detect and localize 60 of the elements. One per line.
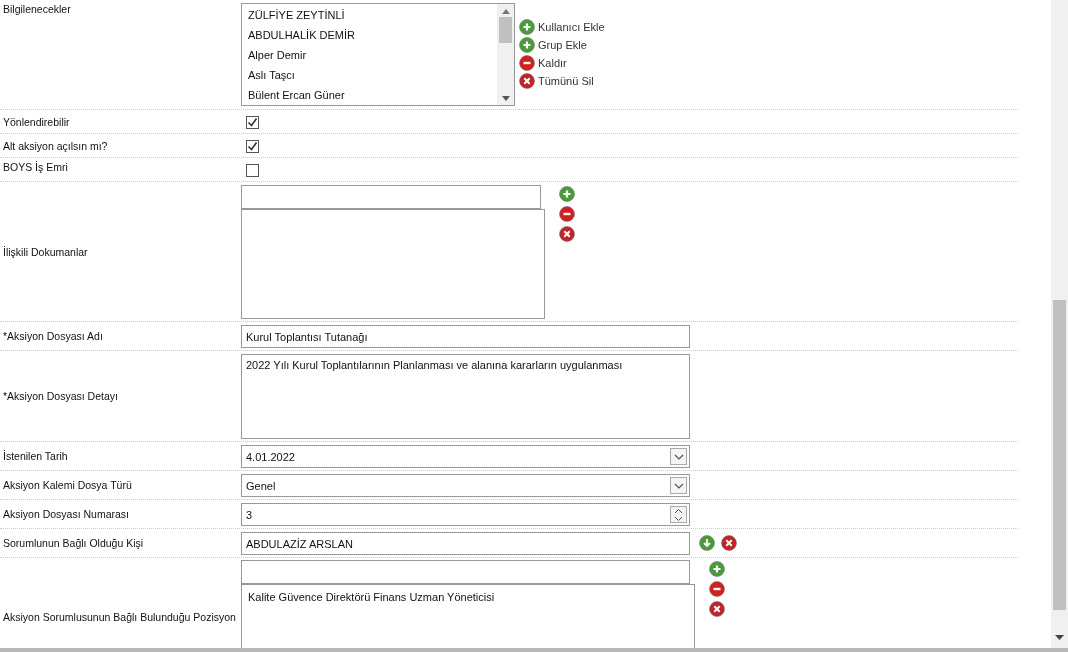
field-label: Aksiyon Dosyası Numarası <box>2 507 131 522</box>
input-field[interactable] <box>241 185 541 209</box>
plus-icon[interactable] <box>559 186 575 202</box>
action-link[interactable]: Kaldır <box>519 55 605 71</box>
field-label: Sorumlunun Bağlı Olduğu Kişi <box>2 536 145 551</box>
chevron-down-icon <box>673 453 684 460</box>
checkbox[interactable] <box>246 116 259 129</box>
field-label: BOYS İş Emri <box>2 160 69 175</box>
list-item[interactable]: Kalite Güvence Direktörü Finans Uzman Yöneticisi <box>248 589 688 605</box>
close-icon[interactable] <box>709 601 725 617</box>
plus-icon[interactable] <box>709 561 725 577</box>
list-item[interactable]: Aslı Taşcı <box>248 68 497 88</box>
scroll-up-icon[interactable] <box>501 9 510 14</box>
user-list[interactable]: ZÜLFİYE ZEYTİNLİ ABDULHALİK DEMİR Alper Demir Aslı Taşcı Bülent Ercan Güner <box>241 3 515 106</box>
number-field[interactable]: 3 <box>241 503 690 526</box>
action-link[interactable]: Kullanıcı Ekle <box>519 19 605 35</box>
minus-icon[interactable] <box>709 581 725 597</box>
page-scrollbar[interactable] <box>1051 0 1068 648</box>
spin-button[interactable] <box>670 506 687 523</box>
checkbox[interactable] <box>246 164 259 177</box>
field-label: Aksiyon Sorumlusunun Bağlı Bulunduğu Pozisyon <box>2 610 237 625</box>
scroll-thumb[interactable] <box>1053 300 1066 610</box>
plus-icon <box>519 37 535 53</box>
close-icon[interactable] <box>559 226 575 242</box>
action-link[interactable]: Grup Ekle <box>519 37 605 53</box>
scroll-thumb[interactable] <box>499 17 512 43</box>
close-icon[interactable] <box>721 535 737 551</box>
up-down-arrows-icon <box>674 507 683 522</box>
field-label: İlişkili Dokumanlar <box>2 244 89 260</box>
selection-list[interactable] <box>241 209 545 319</box>
action-link[interactable]: Tümünü Sil <box>519 73 605 89</box>
chevron-down-icon <box>673 482 684 489</box>
field-label: *Aksiyon Dosyası Adı <box>2 329 104 344</box>
field-label: Alt aksiyon açılsın mı? <box>2 138 109 154</box>
input-field[interactable] <box>241 560 690 584</box>
field-label: *Aksiyon Dosyası Detayı <box>2 389 119 404</box>
field-label: Bilgilenecekler <box>2 2 72 17</box>
scroll-down-icon[interactable] <box>1055 635 1064 640</box>
plus-icon <box>519 19 535 35</box>
field-label: Yönlendirebilir <box>2 114 71 130</box>
dropdown-button[interactable] <box>670 477 687 494</box>
list-item[interactable]: Bülent Ercan Güner <box>248 88 497 108</box>
checkbox[interactable] <box>246 140 259 153</box>
dropdown-field[interactable]: 4.01.2022 <box>241 445 690 468</box>
close-icon <box>519 73 535 89</box>
dropdown-field[interactable]: Genel <box>241 474 690 497</box>
text-area[interactable]: 2022 Yılı Kurul Toplantılarının Planlanması ve alanına kararların uygulanması <box>241 354 690 439</box>
list-item[interactable]: ABDULHALİK DEMİR <box>248 28 497 48</box>
dropdown-button[interactable] <box>670 448 687 465</box>
input-field[interactable]: ABDULAZİZ ARSLAN <box>241 532 690 555</box>
minus-icon[interactable] <box>559 206 575 222</box>
input-field[interactable]: Kurul Toplantısı Tutanağı <box>241 325 690 348</box>
list-item[interactable]: ZÜLFİYE ZEYTİNLİ <box>248 8 497 28</box>
scroll-down-icon[interactable] <box>501 96 510 101</box>
minus-icon <box>519 55 535 71</box>
selection-list[interactable]: Kalite Güvence Direktörü Finans Uzman Yöneticisi <box>241 584 695 648</box>
field-label: Aksiyon Kalemi Dosya Türü <box>2 478 133 493</box>
list-scrollbar[interactable] <box>497 4 514 105</box>
list-item[interactable]: Alper Demir <box>248 48 497 68</box>
field-label: İstenilen Tarih <box>2 449 69 464</box>
